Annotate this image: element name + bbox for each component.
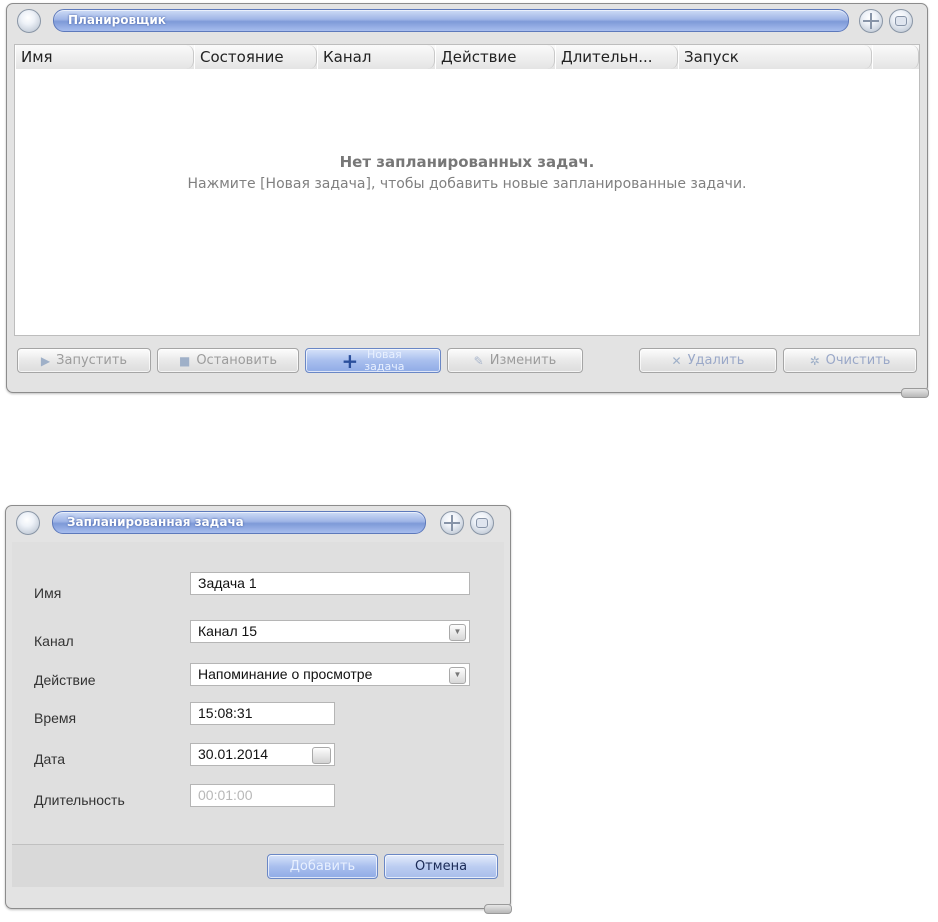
maximize-icon[interactable] (859, 9, 883, 33)
task-list-header: Имя Состояние Канал Действие Длительн...… (14, 44, 920, 70)
empty-list-title: Нет запланированных задач. (339, 153, 595, 171)
maximize-icon[interactable] (440, 511, 464, 535)
duration-label: Длительность (34, 792, 125, 808)
add-button[interactable]: Добавить (267, 854, 378, 879)
clear-icon: ✲ (809, 353, 820, 368)
column-header-status[interactable]: Состояние (194, 45, 317, 69)
duration-field: 00:01:00 (190, 784, 335, 807)
dialog-footer: Добавить Отмена (12, 844, 504, 887)
edit-button[interactable]: ✎ Изменить (447, 348, 583, 373)
action-select[interactable]: Напоминание о просмотре ▼ (190, 663, 470, 686)
clear-button[interactable]: ✲ Очистить (783, 348, 917, 373)
calendar-icon[interactable] (312, 747, 331, 764)
time-field[interactable]: 15:08:31 (190, 702, 335, 725)
action-label: Действие (34, 672, 96, 688)
channel-label: Канал (34, 633, 74, 649)
dialog-title: Запланированная задача (67, 515, 244, 529)
scheduler-titlebar[interactable]: Планировщик (7, 4, 927, 38)
stop-button[interactable]: ■ Остановить (157, 348, 299, 373)
resize-grip[interactable] (484, 904, 512, 914)
scheduler-window: Планировщик Имя Состояние Канал Действие… (6, 3, 929, 398)
delete-icon: ✕ (671, 353, 682, 368)
pencil-icon: ✎ (473, 353, 484, 368)
window-menu-orb[interactable] (17, 9, 41, 33)
window-menu-orb[interactable] (16, 511, 40, 535)
plus-icon: + (341, 348, 359, 373)
channel-select[interactable]: Канал 15 ▼ (190, 620, 470, 643)
title-pill: Планировщик (53, 9, 849, 32)
new-task-button[interactable]: + Новая задача (305, 348, 441, 373)
start-button[interactable]: ▶ Запустить (17, 348, 151, 373)
minimize-icon[interactable] (889, 9, 913, 33)
resize-grip[interactable] (901, 388, 929, 398)
title-pill: Запланированная задача (52, 511, 426, 534)
window-title: Планировщик (68, 13, 166, 27)
column-header-channel[interactable]: Канал (317, 45, 435, 69)
stop-icon: ■ (178, 353, 191, 368)
date-field[interactable]: 30.01.2014 (190, 743, 335, 766)
play-icon: ▶ (40, 353, 51, 368)
empty-list-hint: Нажмите [Новая задача], чтобы добавить н… (187, 176, 747, 192)
chevron-down-icon[interactable]: ▼ (449, 624, 466, 641)
column-header-name[interactable]: Имя (15, 45, 194, 69)
cancel-button[interactable]: Отмена (384, 854, 498, 879)
task-dialog-window: Запланированная задача Имя Задача 1 Кана… (5, 505, 512, 914)
task-dialog-titlebar[interactable]: Запланированная задача (6, 506, 510, 540)
date-label: Дата (34, 751, 66, 767)
time-label: Время (34, 710, 77, 726)
column-header-start[interactable]: Запуск (678, 45, 872, 69)
task-list[interactable]: Нет запланированных задач. Нажмите [Нова… (14, 69, 920, 336)
column-header-extra (872, 45, 919, 69)
delete-button[interactable]: ✕ Удалить (639, 348, 777, 373)
column-header-duration[interactable]: Длительн... (555, 45, 678, 69)
name-field[interactable]: Задача 1 (190, 572, 470, 595)
chevron-down-icon[interactable]: ▼ (449, 667, 466, 684)
column-header-action[interactable]: Действие (435, 45, 555, 69)
name-label: Имя (34, 585, 62, 601)
minimize-icon[interactable] (470, 511, 494, 535)
task-form: Имя Задача 1 Канал Канал 15 ▼ Действие Н… (12, 542, 504, 844)
